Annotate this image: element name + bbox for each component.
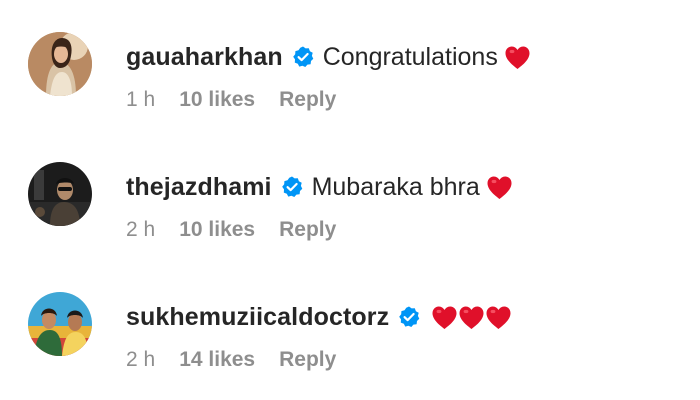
likes-count-link[interactable]: 10 likes: [179, 88, 255, 112]
username-link[interactable]: gauaharkhan: [126, 43, 283, 72]
comment-time: 2 h: [126, 348, 156, 371]
verified-badge-icon: [291, 45, 315, 69]
comment-item: gauaharkhan Congratulations 1 h 10 likes…: [28, 32, 678, 122]
hearts-emoji-group: [431, 305, 512, 330]
comment-header: gauaharkhan Congratulations: [126, 40, 531, 74]
comment-time: 2 h: [126, 218, 156, 241]
comment-item: thejazdhami Mubaraka bhra 2 h 10 likes R…: [28, 162, 678, 252]
likes-count-link[interactable]: 14 likes: [179, 348, 255, 372]
red-heart-icon: [504, 45, 531, 70]
comment-header: thejazdhami Mubaraka bhra: [126, 170, 513, 204]
reply-button[interactable]: Reply: [279, 218, 336, 242]
comment-text: Congratulations: [322, 42, 498, 71]
comment-meta: 2 h 10 likes Reply: [126, 216, 336, 244]
comment-text: Mubaraka bhra: [311, 172, 480, 201]
red-heart-icon: [431, 305, 458, 330]
avatar[interactable]: [28, 32, 92, 96]
verified-badge-icon: [397, 305, 421, 329]
reply-button[interactable]: Reply: [279, 88, 336, 112]
reply-button[interactable]: Reply: [279, 348, 336, 372]
username-link[interactable]: thejazdhami: [126, 173, 272, 202]
red-heart-icon: [458, 305, 485, 330]
username-link[interactable]: sukhemuziicaldoctorz: [126, 303, 389, 332]
comment-time: 1 h: [126, 88, 156, 111]
likes-count-link[interactable]: 10 likes: [179, 218, 255, 242]
red-heart-icon: [486, 175, 513, 200]
comment-meta: 1 h 10 likes Reply: [126, 86, 336, 114]
avatar[interactable]: [28, 162, 92, 226]
avatar[interactable]: [28, 292, 92, 356]
comment-item: sukhemuziicaldoctorz 2 h 14 likes Reply: [28, 292, 678, 382]
red-heart-icon: [485, 305, 512, 330]
comment-header: sukhemuziicaldoctorz: [126, 300, 512, 334]
comment-meta: 2 h 14 likes Reply: [126, 346, 336, 374]
verified-badge-icon: [280, 175, 304, 199]
